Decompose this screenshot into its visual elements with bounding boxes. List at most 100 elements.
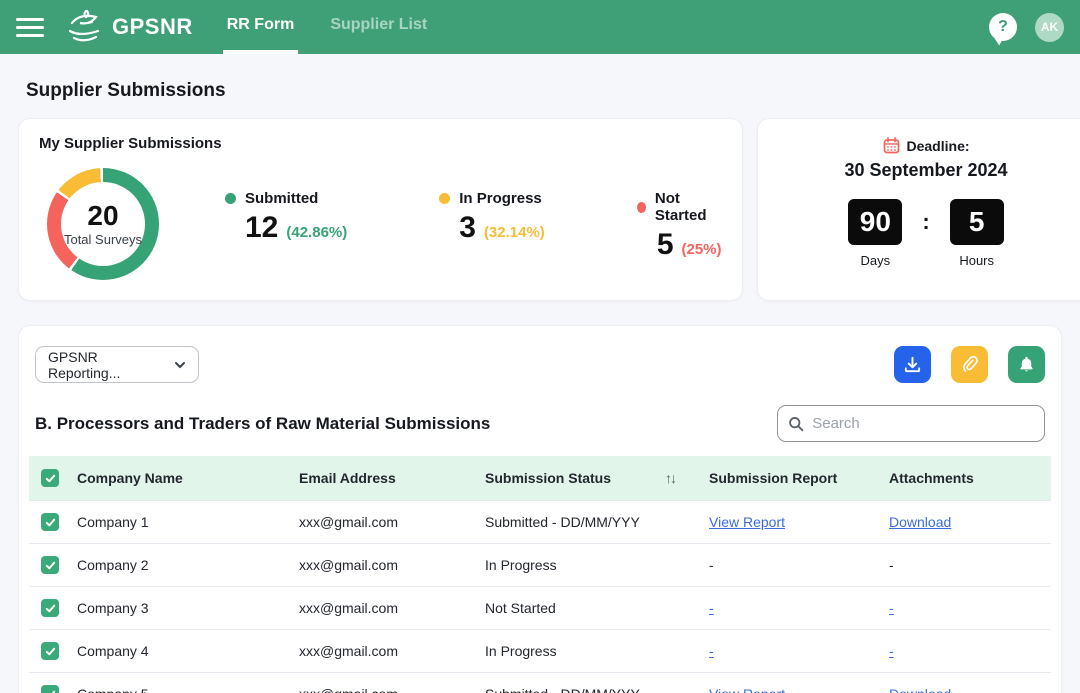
- help-icon[interactable]: ?: [989, 13, 1017, 41]
- column-header-email[interactable]: Email Address: [291, 456, 477, 501]
- row-select-cell: [29, 673, 69, 693]
- tab-rr-form[interactable]: RR Form: [223, 0, 299, 54]
- legend-stat-submitted: Submitted 12 (42.86%): [225, 190, 347, 260]
- calendar-icon: [883, 137, 900, 154]
- submission-status-cell: Submitted - DD/MM/YYY: [477, 673, 701, 693]
- table-row: Company 3xxx@gmail.comNot Started--: [29, 587, 1051, 630]
- email-cell: xxx@gmail.com: [291, 501, 477, 544]
- submission-status-cell: In Progress: [477, 630, 701, 673]
- row-checkbox[interactable]: [41, 685, 59, 693]
- column-header-report[interactable]: Submission Report: [701, 456, 881, 501]
- hamburger-menu-icon[interactable]: [16, 18, 44, 37]
- column-header-company[interactable]: Company Name: [69, 456, 291, 501]
- report-empty-value: -: [709, 557, 714, 573]
- header-right: ? AK: [989, 0, 1064, 54]
- table-row: Company 2xxx@gmail.comIn Progress--: [29, 544, 1051, 587]
- submission-report-cell: -: [701, 587, 881, 630]
- row-checkbox[interactable]: [41, 556, 59, 574]
- page-content: Supplier Submissions My Supplier Submiss…: [0, 54, 1080, 693]
- download-button[interactable]: [894, 346, 931, 383]
- row-select-cell: [29, 630, 69, 673]
- days-label: Days: [861, 253, 891, 268]
- view-report-link[interactable]: View Report: [709, 686, 785, 693]
- submission-report-cell: View Report: [701, 673, 881, 693]
- download-link[interactable]: -: [889, 600, 894, 616]
- search-input[interactable]: [812, 415, 1034, 432]
- download-icon: [903, 355, 922, 374]
- sort-icon[interactable]: ↑↓: [665, 470, 675, 486]
- reporting-period-value: GPSNR Reporting...: [48, 349, 174, 381]
- donut-total-value: 20: [87, 202, 118, 230]
- avatar[interactable]: AK: [1035, 13, 1064, 42]
- summary-card-title: My Supplier Submissions: [39, 135, 722, 152]
- legend-count: 12: [245, 213, 278, 243]
- legend-count: 3: [459, 213, 476, 243]
- attachments-cell: Download: [881, 501, 1051, 544]
- reporting-period-select[interactable]: GPSNR Reporting...: [35, 346, 199, 383]
- download-link[interactable]: -: [889, 643, 894, 659]
- legend-label: Submitted: [245, 190, 318, 207]
- search-box: [777, 405, 1045, 442]
- legend-label: In Progress: [459, 190, 542, 207]
- submission-status-cell: Not Started: [477, 587, 701, 630]
- table-row: Company 5xxx@gmail.comSubmitted - DD/MM/…: [29, 673, 1051, 693]
- company-name-cell: Company 1: [69, 501, 291, 544]
- row-select-cell: [29, 501, 69, 544]
- page-title: Supplier Submissions: [26, 80, 1062, 102]
- nav-tabs: RR Form Supplier List: [223, 0, 431, 54]
- table-header-row: Company Name Email Address Submission St…: [29, 456, 1051, 501]
- deadline-label: Deadline:: [907, 138, 970, 154]
- legend-percent: (32.14%): [484, 224, 545, 241]
- bell-icon: [1017, 355, 1036, 374]
- row-checkbox[interactable]: [41, 599, 59, 617]
- email-cell: xxx@gmail.com: [291, 587, 477, 630]
- legend-label: Not Started: [655, 190, 722, 224]
- chevron-down-icon: [174, 359, 186, 371]
- column-header-status[interactable]: Submission Status ↑↓: [477, 456, 701, 501]
- attachments-cell: -: [881, 544, 1051, 587]
- view-report-link[interactable]: -: [709, 643, 714, 659]
- download-link[interactable]: Download: [889, 514, 951, 530]
- submission-report-cell: View Report: [701, 501, 881, 544]
- hours-value: 5: [950, 199, 1004, 245]
- tab-supplier-list[interactable]: Supplier List: [326, 0, 431, 54]
- row-checkbox[interactable]: [41, 642, 59, 660]
- submission-status-cell: Submitted - DD/MM/YYY: [477, 501, 701, 544]
- select-all-checkbox[interactable]: [41, 469, 59, 487]
- legend-percent: (25%): [682, 241, 722, 258]
- section-row: B. Processors and Traders of Raw Materia…: [29, 405, 1051, 442]
- legend-dot-icon: [225, 193, 236, 204]
- table-row: Company 1xxx@gmail.comSubmitted - DD/MM/…: [29, 501, 1051, 544]
- hours-label: Hours: [959, 253, 994, 268]
- select-all-cell: [29, 456, 69, 501]
- company-name-cell: Company 2: [69, 544, 291, 587]
- table-body: Company 1xxx@gmail.comSubmitted - DD/MM/…: [29, 501, 1051, 693]
- row-select-cell: [29, 544, 69, 587]
- attachments-button[interactable]: [951, 346, 988, 383]
- gpsnr-hands-icon: [66, 7, 110, 47]
- legend-percent: (42.86%): [286, 224, 347, 241]
- supplier-submissions-summary-card: My Supplier Submissions 20 Total Surveys…: [18, 118, 743, 301]
- attachments-cell: Download: [881, 673, 1051, 693]
- attachment-empty-value: -: [889, 557, 894, 573]
- attachments-cell: -: [881, 630, 1051, 673]
- company-name-cell: Company 4: [69, 630, 291, 673]
- email-cell: xxx@gmail.com: [291, 630, 477, 673]
- section-title: B. Processors and Traders of Raw Materia…: [35, 414, 490, 434]
- toolbar: GPSNR Reporting...: [29, 346, 1051, 383]
- legend-stat-in-progress: In Progress 3 (32.14%): [439, 190, 545, 260]
- download-link[interactable]: Download: [889, 686, 951, 693]
- view-report-link[interactable]: -: [709, 600, 714, 616]
- submissions-card: GPSNR Reporting...: [18, 325, 1062, 693]
- view-report-link[interactable]: View Report: [709, 514, 785, 530]
- row-checkbox[interactable]: [41, 513, 59, 531]
- app-header: GPSNR RR Form Supplier List ? AK: [0, 0, 1080, 54]
- submission-report-cell: -: [701, 630, 881, 673]
- countdown: 90 Days : 5 Hours: [774, 199, 1079, 268]
- submissions-table: Company Name Email Address Submission St…: [29, 456, 1051, 693]
- company-name-cell: Company 5: [69, 673, 291, 693]
- column-header-attachments[interactable]: Attachments: [881, 456, 1051, 501]
- countdown-separator: :: [922, 209, 929, 235]
- company-name-cell: Company 3: [69, 587, 291, 630]
- notifications-button[interactable]: [1008, 346, 1045, 383]
